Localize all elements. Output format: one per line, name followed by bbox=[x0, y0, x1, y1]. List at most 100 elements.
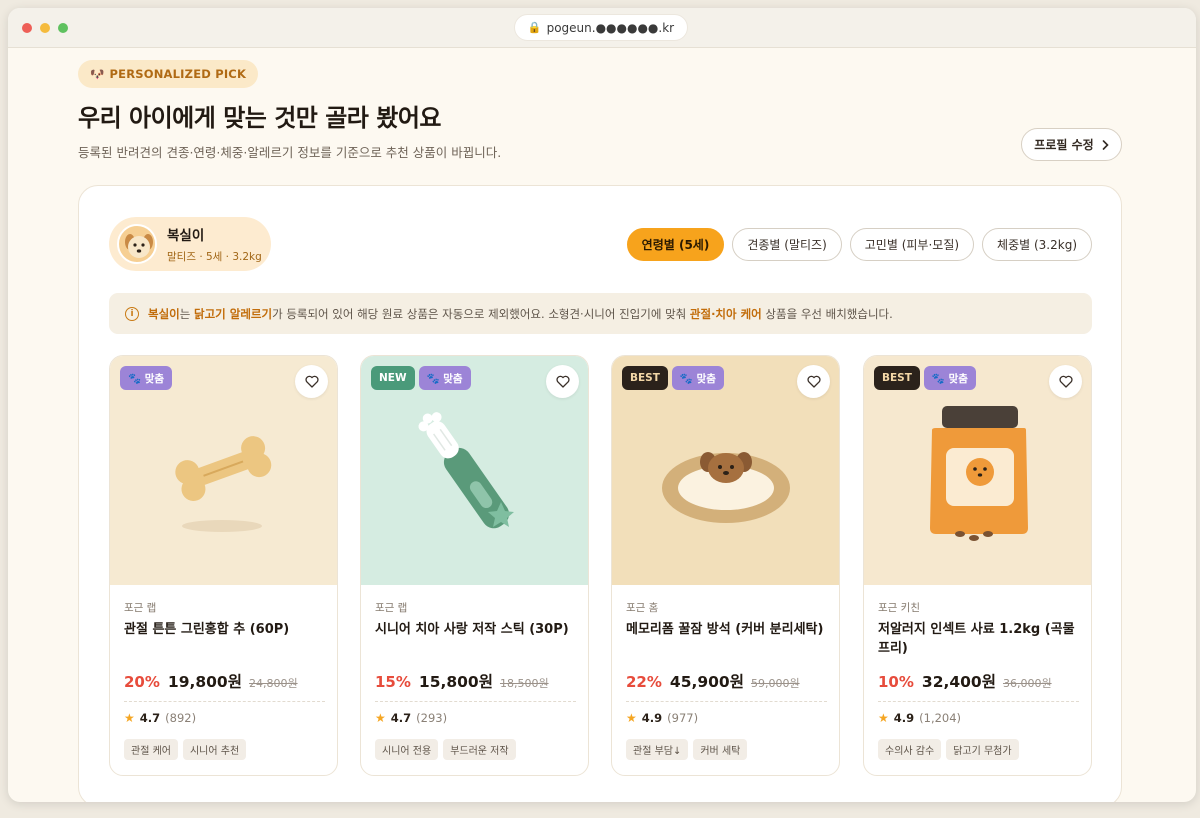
match-badge: 🐾 맞춤 bbox=[418, 366, 471, 390]
tag-chip: 수의사 감수 bbox=[878, 739, 942, 760]
browser-titlebar: 🔒 pogeun.●●●●●●.kr bbox=[8, 8, 1196, 48]
product-card[interactable]: BEST 🐾 맞춤 포근 키친 저알러지 인섹트 사료 1.2kg (곡물 프리… bbox=[863, 355, 1092, 776]
review-count: (293) bbox=[416, 711, 448, 725]
tag-chips: 관절 케어 시니어 추천 bbox=[124, 739, 247, 760]
star-icon: ★ bbox=[878, 711, 889, 725]
review-count: (977) bbox=[667, 711, 699, 725]
heart-icon bbox=[806, 375, 821, 388]
discount-rate: 20% bbox=[124, 673, 160, 691]
match-badge: 🐾 맞춤 bbox=[923, 366, 976, 390]
rating-row: ★ 4.9 (1,204) bbox=[878, 711, 961, 725]
close-window-button[interactable] bbox=[22, 23, 32, 33]
original-price: 59,000원 bbox=[750, 677, 800, 690]
product-card[interactable]: 🐾 맞춤 포근 랩 관절 튼튼 그린홍합 추 (60P) 20% 19,800원… bbox=[109, 355, 338, 776]
lock-icon: 🔒 bbox=[527, 21, 542, 34]
heart-icon bbox=[1058, 375, 1073, 388]
wishlist-button[interactable] bbox=[546, 365, 579, 398]
review-count: (1,204) bbox=[919, 711, 962, 725]
price-row: 10% 32,400원 36,000원 bbox=[878, 670, 1052, 692]
price-row: 15% 15,800원 18,500원 bbox=[375, 670, 549, 692]
page-title: 우리 아이에게 맞는 것만 골라 봤어요 bbox=[78, 104, 441, 132]
wishlist-button[interactable] bbox=[1049, 365, 1082, 398]
pet-avatar bbox=[117, 224, 157, 264]
badge-group: BEST 🐾 맞춤 bbox=[622, 366, 724, 390]
sale-price: 19,800원 bbox=[167, 673, 242, 691]
rating-row: ★ 4.7 (892) bbox=[124, 711, 196, 725]
price-row: 20% 19,800원 24,800원 bbox=[124, 670, 298, 692]
product-grid: 🐾 맞춤 포근 랩 관절 튼튼 그린홍합 추 (60P) 20% 19,800원… bbox=[109, 355, 1092, 776]
rating-score: 4.9 bbox=[893, 711, 915, 725]
rating-score: 4.7 bbox=[139, 711, 161, 725]
notice-allergy: 닭고기 알레르기 bbox=[194, 306, 273, 321]
pet-profile-chip[interactable]: 복실이 말티즈 · 5세 · 3.2kg bbox=[109, 217, 271, 271]
product-name[interactable]: 저알러지 인섹트 사료 1.2kg (곡물 프리) bbox=[878, 620, 1079, 658]
product-name[interactable]: 메모리폼 꿀잠 방석 (커버 분리세탁) bbox=[626, 620, 827, 639]
personalized-pick-label: PERSONALIZED PICK bbox=[109, 67, 247, 81]
info-icon: i bbox=[125, 306, 139, 321]
pet-meta: 말티즈 · 5세 · 3.2kg bbox=[167, 251, 262, 263]
tag-chip: 관절 부담↓ bbox=[626, 739, 689, 760]
notice-part1: 는 bbox=[179, 306, 194, 321]
minimize-window-button[interactable] bbox=[40, 23, 50, 33]
recommendation-panel: 복실이 말티즈 · 5세 · 3.2kg 연령별 (5세) 견종별 (말티즈) … bbox=[78, 185, 1122, 802]
star-icon: ★ bbox=[375, 711, 386, 725]
product-card[interactable]: NEW 🐾 맞춤 포근 랩 시니어 치아 사랑 저작 스틱 (30P) 15% … bbox=[360, 355, 589, 776]
notice-text: 복실이는 닭고기 알레르기가 등록되어 있어 해당 원료 상품은 자동으로 제외… bbox=[148, 306, 893, 322]
product-name[interactable]: 시니어 치아 사랑 저작 스틱 (30P) bbox=[375, 620, 576, 639]
sale-price: 15,800원 bbox=[418, 673, 493, 691]
filter-tabs: 연령별 (5세) 견종별 (말티즈) 고민별 (피부·모질) 체중별 (3.2k… bbox=[626, 228, 1092, 261]
page-subtitle: 등록된 반려견의 견종·연령·체중·알레르기 정보를 기준으로 추천 상품이 바… bbox=[78, 145, 502, 160]
tag-chip: 관절 케어 bbox=[124, 739, 178, 760]
tag-chip: 닭고기 무첨가 bbox=[946, 739, 1019, 760]
tag-chip: 커버 세탁 bbox=[693, 739, 748, 760]
badge-group: 🐾 맞춤 bbox=[120, 366, 173, 390]
wishlist-button[interactable] bbox=[797, 365, 830, 398]
original-price: 24,800원 bbox=[248, 677, 298, 690]
discount-rate: 22% bbox=[626, 673, 662, 691]
best-badge: BEST bbox=[622, 366, 668, 390]
chevron-right-icon bbox=[1102, 139, 1109, 150]
heart-icon bbox=[555, 375, 570, 388]
product-name[interactable]: 관절 튼튼 그린홍합 추 (60P) bbox=[124, 620, 325, 639]
product-brand: 포근 랩 bbox=[124, 602, 157, 614]
wishlist-button[interactable] bbox=[295, 365, 328, 398]
personalized-pick-tag: 🐶 PERSONALIZED PICK bbox=[78, 60, 259, 88]
sale-price: 32,400원 bbox=[921, 673, 996, 691]
tag-chip: 부드러운 저작 bbox=[443, 739, 516, 760]
filter-age[interactable]: 연령별 (5세) bbox=[626, 228, 725, 261]
star-icon: ★ bbox=[626, 711, 637, 725]
tag-chips: 수의사 감수 닭고기 무첨가 bbox=[878, 739, 1019, 760]
divider bbox=[375, 701, 576, 702]
rating-row: ★ 4.7 (293) bbox=[375, 711, 447, 725]
new-badge: NEW bbox=[371, 366, 415, 390]
original-price: 18,500원 bbox=[499, 677, 549, 690]
sale-price: 45,900원 bbox=[669, 673, 744, 691]
product-card[interactable]: BEST 🐾 맞춤 포근 홈 메모리폼 꿀잠 방석 (커버 분리세탁) 22% … bbox=[611, 355, 840, 776]
notice-part3: 상품을 우선 배치했습니다. bbox=[761, 306, 893, 321]
star-icon: ★ bbox=[124, 711, 135, 725]
edit-profile-button[interactable]: 프로필 수정 bbox=[1021, 128, 1122, 161]
notice-care: 관절·치아 케어 bbox=[689, 306, 762, 321]
filter-weight[interactable]: 체중별 (3.2kg) bbox=[982, 228, 1092, 261]
badge-group: NEW 🐾 맞춤 bbox=[371, 366, 471, 390]
match-badge: 🐾 맞춤 bbox=[671, 366, 724, 390]
product-brand: 포근 랩 bbox=[375, 602, 408, 614]
pet-name: 복실이 bbox=[167, 228, 205, 244]
address-bar[interactable]: 🔒 pogeun.●●●●●●.kr bbox=[514, 14, 688, 41]
filter-breed[interactable]: 견종별 (말티즈) bbox=[732, 228, 842, 261]
browser-window: 🔒 pogeun.●●●●●●.kr 🐶 PERSONALIZED PICK 우… bbox=[8, 8, 1196, 802]
tag-chip: 시니어 추천 bbox=[182, 739, 247, 760]
discount-rate: 10% bbox=[878, 673, 914, 691]
tag-chip: 시니어 전용 bbox=[375, 739, 439, 760]
original-price: 36,000원 bbox=[1002, 677, 1052, 690]
notice-pet-name: 복실이 bbox=[148, 306, 180, 321]
divider bbox=[124, 701, 325, 702]
product-brand: 포근 키친 bbox=[878, 602, 920, 614]
review-count: (892) bbox=[165, 711, 197, 725]
filter-concern[interactable]: 고민별 (피부·모질) bbox=[849, 228, 975, 261]
page-content: 🐶 PERSONALIZED PICK 우리 아이에게 맞는 것만 골라 봤어요… bbox=[8, 48, 1196, 802]
divider bbox=[626, 701, 827, 702]
dog-icon: 🐶 bbox=[90, 67, 105, 81]
badge-group: BEST 🐾 맞춤 bbox=[874, 366, 976, 390]
maximize-window-button[interactable] bbox=[58, 23, 68, 33]
